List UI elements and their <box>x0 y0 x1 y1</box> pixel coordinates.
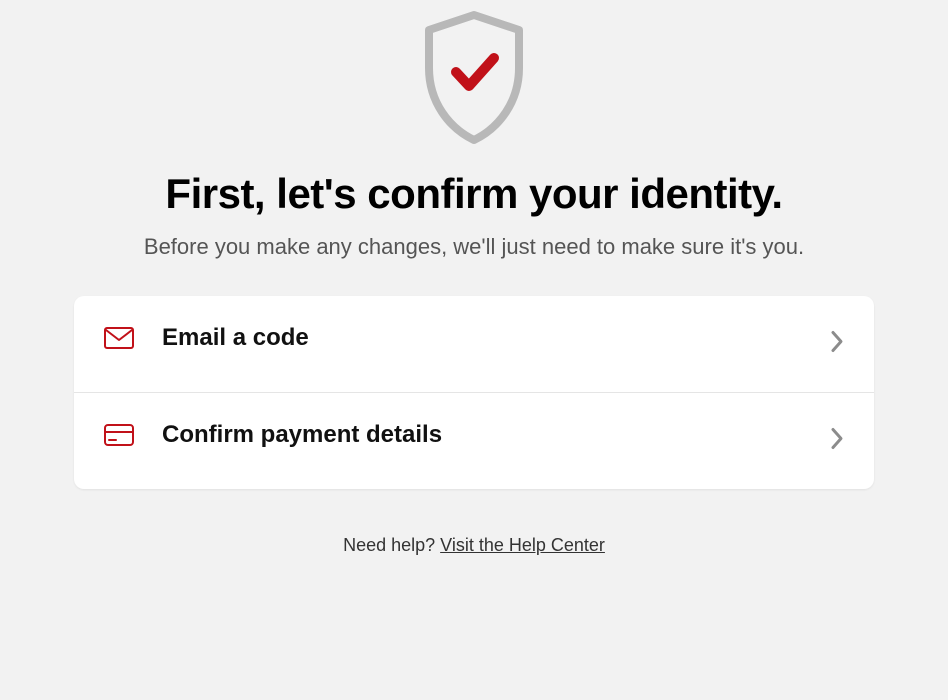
credit-card-icon <box>104 424 134 446</box>
option-confirm-payment[interactable]: Confirm payment details <box>74 392 874 489</box>
page-heading: First, let's confirm your identity. <box>165 170 782 218</box>
chevron-right-icon <box>830 427 844 456</box>
option-label: Email a code <box>162 324 844 352</box>
envelope-icon <box>104 327 134 349</box>
option-label: Confirm payment details <box>162 421 844 449</box>
shield-check-icon <box>414 10 534 150</box>
chevron-right-icon <box>830 330 844 359</box>
help-center-link[interactable]: Visit the Help Center <box>440 535 605 555</box>
verification-options: Email a code Confirm payment details <box>74 296 874 489</box>
help-footer: Need help? Visit the Help Center <box>343 535 605 556</box>
option-email-code[interactable]: Email a code <box>74 296 874 392</box>
page-subheading: Before you make any changes, we'll just … <box>144 234 804 260</box>
help-prompt: Need help? <box>343 535 440 555</box>
